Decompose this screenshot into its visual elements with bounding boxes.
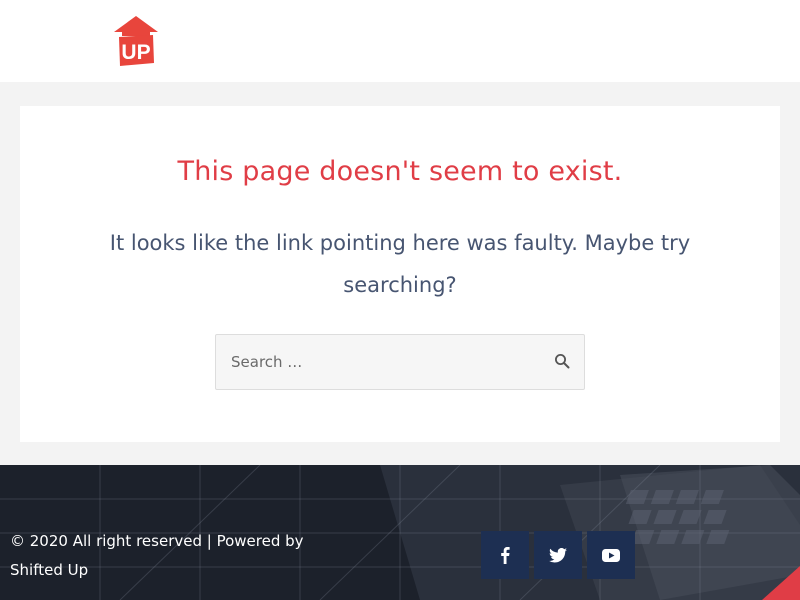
twitter-link[interactable] [534,531,582,579]
site-logo[interactable]: UP [113,16,159,66]
logo-text: UP [121,41,150,64]
logo-graphic: UP [114,16,158,66]
search-icon [555,353,570,368]
copyright-text: © 2020 All right reserved | Powered by S… [10,532,304,579]
corner-accent [762,566,800,600]
youtube-icon [602,548,620,562]
facebook-icon [501,547,510,564]
site-header: UP [0,0,800,82]
search-input[interactable] [216,335,546,389]
page-title: This page doesn't seem to exist. [177,156,623,187]
twitter-icon [549,547,567,563]
search-form [215,334,585,390]
facebook-link[interactable] [481,531,529,579]
search-button[interactable] [552,352,572,372]
youtube-link[interactable] [587,531,635,579]
error-message: It looks like the link pointing here was… [109,231,691,297]
site-footer: © 2020 All right reserved | Powered by S… [0,465,800,600]
